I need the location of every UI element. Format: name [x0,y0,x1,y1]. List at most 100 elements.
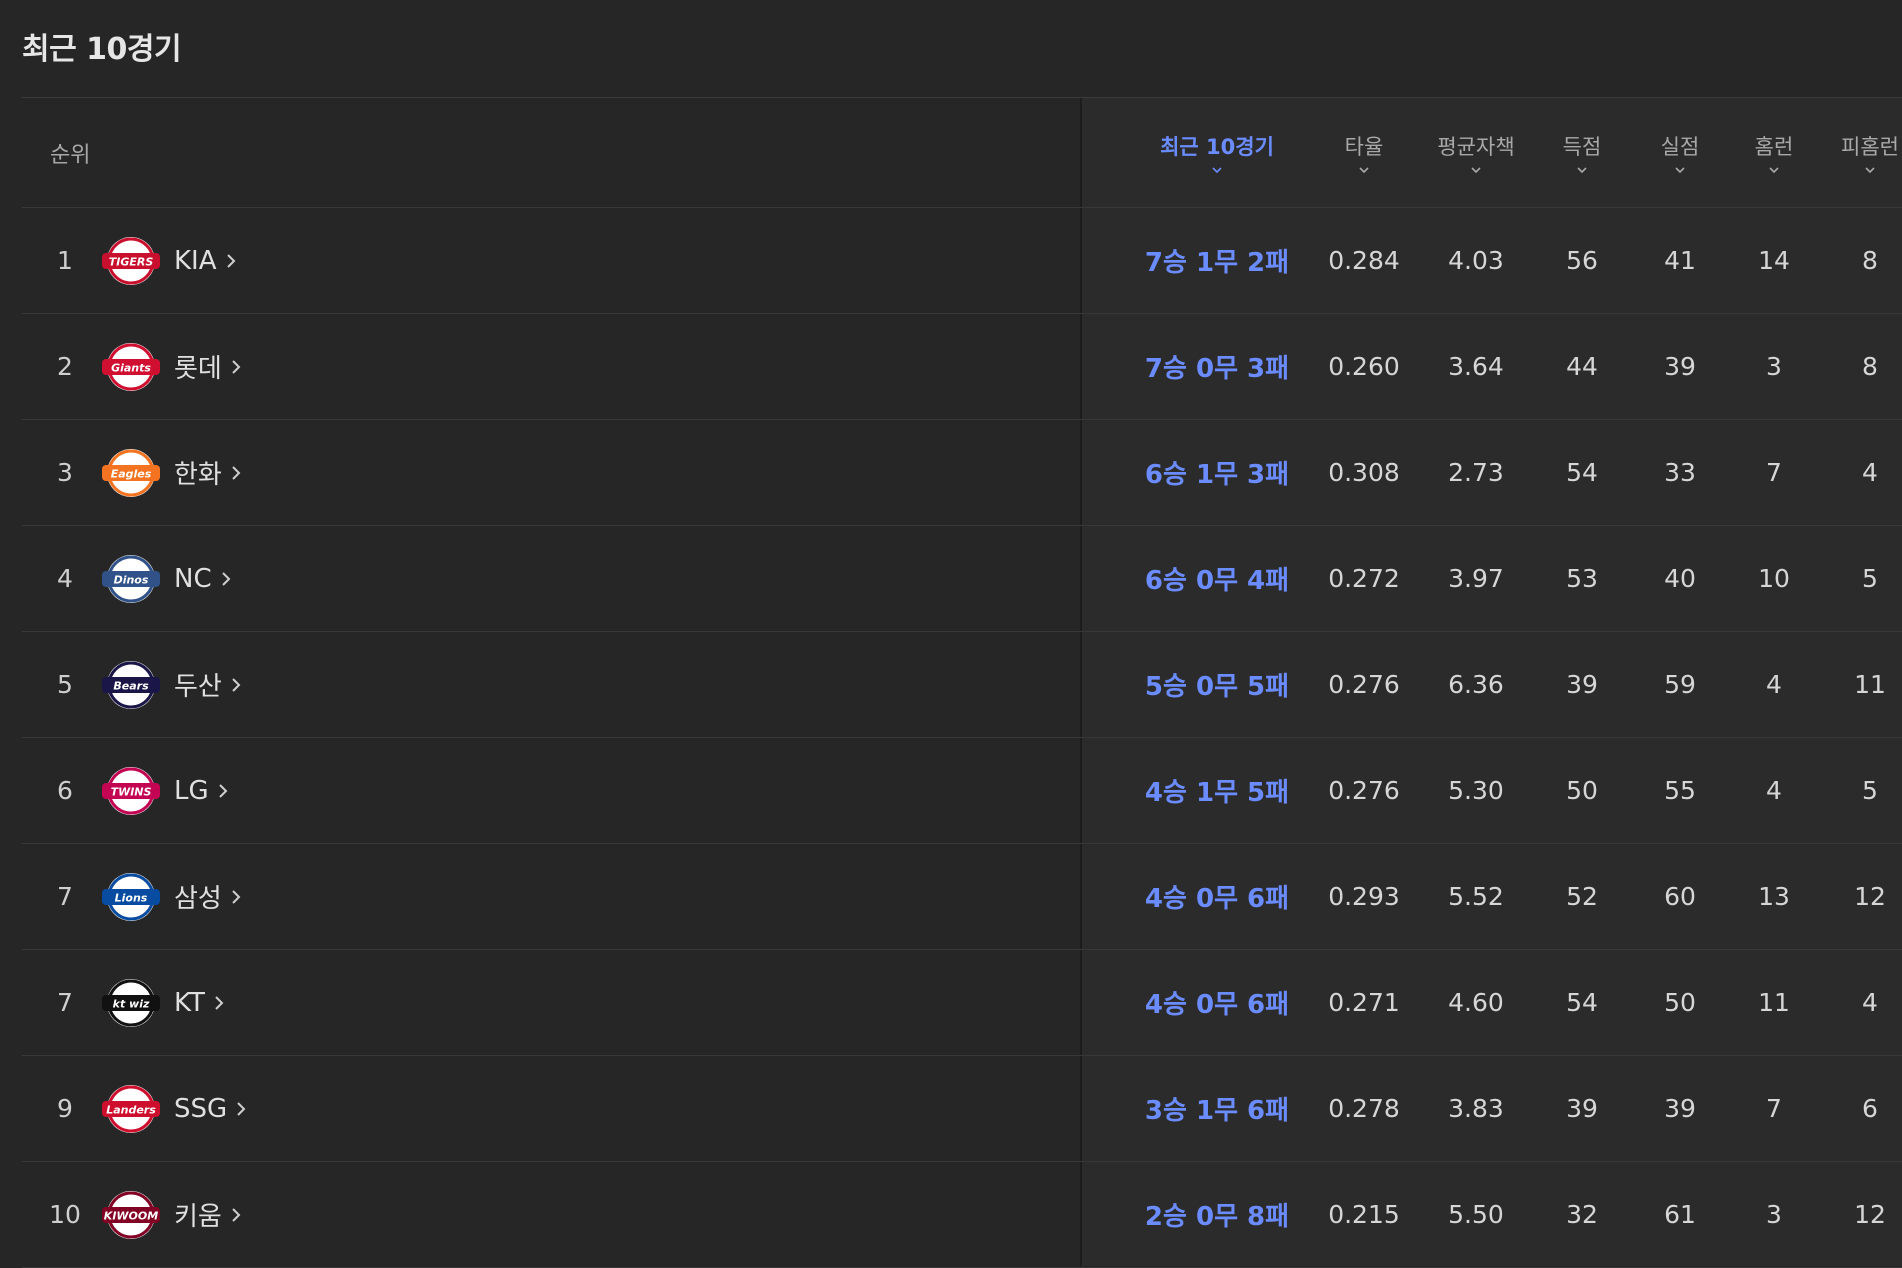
header-hr-sort[interactable]: 홈런 [1726,98,1822,207]
team-link[interactable]: kt wiz KT [96,950,225,1055]
runs-allowed: 50 [1664,988,1696,1017]
team-logo-icon: TIGERS [102,236,160,285]
team-name: 롯데 [174,354,222,384]
header-runs-sort[interactable]: 득점 [1536,98,1628,207]
runs-scored: 56 [1566,246,1598,275]
team-link[interactable]: Bears 두산 [96,632,242,737]
header-recent-10-sort[interactable]: 최근 10경기 [1112,98,1322,207]
team-logo-icon: Bears [102,660,160,709]
recent-record: 5승 0무 5패 [1144,672,1290,702]
table-row: 9 Landers SSG 3승 1무 6패 0.278 3.83 39 39 … [22,1056,1902,1162]
header-runs-label: 득점 [1562,134,1602,159]
runs-scored: 39 [1566,1094,1598,1123]
runs-scored: 53 [1566,564,1598,593]
svg-text:Giants: Giants [111,361,151,374]
recent-record: 6승 0무 4패 [1144,566,1290,596]
header-hr-allowed-sort[interactable]: 피홈런 [1822,98,1902,207]
batting-average: 0.308 [1328,458,1400,487]
table-row: 10 KIWOOM 키움 2승 0무 8패 0.215 5.50 32 61 3… [22,1162,1902,1268]
chevron-right-icon [232,889,241,904]
team-link[interactable]: TWINS LG [96,738,229,843]
chevron-right-icon [215,995,224,1010]
team-link[interactable]: Giants 롯데 [96,314,242,419]
batting-average: 0.215 [1328,1200,1400,1229]
runs-allowed: 39 [1664,1094,1696,1123]
chevron-right-icon [218,783,228,798]
header-era-sort[interactable]: 평균자책 [1418,98,1534,207]
svg-text:Landers: Landers [106,1103,156,1116]
chevron-down-icon [1675,166,1685,173]
home-runs-allowed: 4 [1862,458,1878,487]
home-runs: 13 [1758,882,1790,911]
runs-scored: 32 [1566,1200,1598,1229]
chevron-down-icon [1471,166,1481,173]
table-header: 순위 최근 10경기 타율 평균자책 득점 실점 홈런 피홈런 [22,98,1902,208]
recent-record: 3승 1무 6패 [1144,1096,1290,1126]
recent-record: 7승 0무 3패 [1144,354,1290,384]
rank-value: 2 [57,352,73,381]
team-link[interactable]: Landers SSG [96,1056,247,1161]
home-runs: 11 [1758,988,1790,1017]
runs-allowed: 39 [1664,352,1696,381]
batting-average: 0.260 [1328,352,1400,381]
team-link[interactable]: Dinos NC [96,526,232,631]
runs-allowed: 33 [1664,458,1696,487]
table-row: 4 Dinos NC 6승 0무 4패 0.272 3.97 53 40 10 … [22,526,1902,632]
home-runs-allowed: 5 [1862,564,1878,593]
home-runs-allowed: 5 [1862,776,1878,805]
era-value: 3.97 [1448,564,1504,593]
header-allowed-sort[interactable]: 실점 [1630,98,1730,207]
header-recent-10-label: 최근 10경기 [1160,134,1274,159]
team-name: 두산 [174,672,222,702]
team-link[interactable]: Eagles 한화 [96,420,242,525]
rank-value: 7 [57,988,73,1017]
team-name: KT [174,987,205,1018]
chevron-right-icon [237,1101,246,1116]
header-avg-sort[interactable]: 타율 [1312,98,1416,207]
home-runs-allowed: 11 [1854,670,1886,699]
header-era-label: 평균자책 [1437,134,1515,159]
rank-value: 4 [57,564,73,593]
chevron-down-icon [1577,166,1587,173]
runs-scored: 52 [1566,882,1598,911]
recent-record: 4승 0무 6패 [1144,884,1290,914]
recent-record: 6승 1무 3패 [1144,460,1290,490]
runs-allowed: 40 [1664,564,1696,593]
table-row: 7 kt wiz KT 4승 0무 6패 0.271 4.60 54 50 11… [22,950,1902,1056]
team-logo-icon: Eagles [102,448,160,497]
team-logo-icon: KIWOOM [102,1190,160,1239]
header-rank: 순위 [50,142,91,168]
svg-text:Eagles: Eagles [111,467,152,480]
chevron-right-icon [232,359,241,374]
runs-allowed: 59 [1664,670,1696,699]
table-row: 3 Eagles 한화 6승 1무 3패 0.308 2.73 54 33 7 … [22,420,1902,526]
team-link[interactable]: KIWOOM 키움 [96,1162,242,1267]
chevron-down-icon [1359,166,1369,173]
batting-average: 0.284 [1328,246,1400,275]
team-logo-icon: Dinos [102,554,160,603]
runs-allowed: 41 [1664,246,1696,275]
page-title: 최근 10경기 [22,32,182,67]
home-runs: 3 [1766,1200,1782,1229]
chevron-down-icon [1769,166,1779,173]
recent-record: 2승 0무 8패 [1144,1202,1290,1232]
recent-record: 7승 1무 2패 [1144,248,1290,278]
table-row: 5 Bears 두산 5승 0무 5패 0.276 6.36 39 59 4 1… [22,632,1902,738]
team-logo-icon: TWINS [102,766,160,815]
runs-scored: 50 [1566,776,1598,805]
runs-allowed: 61 [1664,1200,1696,1229]
team-link[interactable]: Lions 삼성 [96,844,242,949]
runs-allowed: 55 [1664,776,1696,805]
team-name: 한화 [174,460,222,490]
chevron-right-icon [226,253,235,268]
home-runs: 10 [1758,564,1790,593]
team-link[interactable]: TIGERS KIA [96,208,237,313]
team-logo-icon: Lions [102,872,160,921]
recent-record: 4승 0무 6패 [1144,990,1290,1020]
rank-value: 9 [57,1094,73,1123]
recent-record: 4승 1무 5패 [1144,778,1290,808]
team-logo-icon: Landers [102,1084,160,1133]
runs-scored: 54 [1566,458,1598,487]
team-name: KIA [174,245,217,276]
batting-average: 0.278 [1328,1094,1400,1123]
